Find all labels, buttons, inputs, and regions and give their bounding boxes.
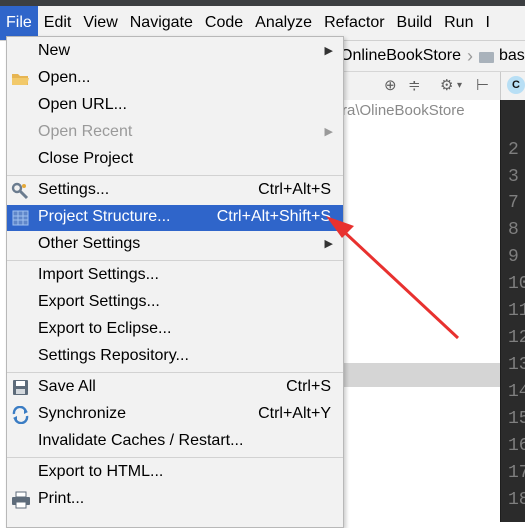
- project-structure-icon: [11, 209, 31, 227]
- menu-separator: [7, 260, 343, 261]
- menu-item-label: Print...: [38, 490, 85, 507]
- menu-item-label: Open...: [38, 69, 91, 86]
- line-number: 15: [508, 409, 525, 429]
- menu-item-label: Settings Repository...: [38, 347, 189, 364]
- wrench-icon: [11, 182, 31, 200]
- menu-item-label: Settings...: [38, 181, 110, 198]
- menu-item-save-all[interactable]: Save All Ctrl+S: [7, 375, 343, 401]
- shortcut-label: Ctrl+Alt+Y: [258, 405, 331, 422]
- menu-item-settings[interactable]: Settings... Ctrl+Alt+S: [7, 178, 343, 204]
- line-number: 10: [508, 274, 525, 294]
- menu-item-close-project[interactable]: Close Project: [7, 147, 343, 173]
- menu-item-open-recent[interactable]: Open Recent ▶: [7, 120, 343, 146]
- line-number: 13: [508, 355, 525, 375]
- menu-item-synchronize[interactable]: Synchronize Ctrl+Alt+Y: [7, 402, 343, 428]
- line-number: 7: [508, 193, 519, 213]
- collapse-all-icon[interactable]: ≑: [408, 76, 421, 94]
- menu-code[interactable]: Code: [199, 6, 249, 40]
- menu-navigate[interactable]: Navigate: [124, 6, 199, 40]
- sync-icon: [11, 405, 31, 425]
- menu-item-label: Open Recent: [38, 123, 133, 140]
- menu-item-export-html[interactable]: Export to HTML...: [7, 460, 343, 486]
- line-number: 16: [508, 436, 525, 456]
- menu-item-label: Open URL...: [38, 96, 127, 113]
- line-number: 14: [508, 382, 525, 402]
- submenu-arrow-icon: ▶: [324, 126, 333, 138]
- hide-panel-icon[interactable]: ⊢: [476, 76, 489, 94]
- menu-separator: [7, 457, 343, 458]
- gear-icon[interactable]: ⚙: [440, 76, 453, 94]
- line-number: 8: [508, 220, 519, 240]
- menu-item-label: Project Structure...: [38, 208, 171, 225]
- open-folder-icon: [11, 70, 31, 88]
- folder-icon: [478, 51, 494, 63]
- shortcut-label: Ctrl+S: [286, 378, 331, 395]
- menu-item-project-structure[interactable]: Project Structure... Ctrl+Alt+Shift+S: [7, 205, 343, 231]
- line-number: 2: [508, 140, 519, 160]
- editor-gutter: 2 3 7 8 9 10 11 12 13 14 15 16 17 18: [500, 100, 525, 522]
- menu-item-label: Other Settings: [38, 235, 141, 252]
- class-file-icon[interactable]: C: [507, 76, 525, 94]
- menu-edit[interactable]: Edit: [38, 6, 78, 40]
- project-tree: ra\OlineBookStore: [340, 100, 500, 522]
- menu-item-export-settings[interactable]: Export Settings...: [7, 290, 343, 316]
- menu-run[interactable]: Run: [438, 6, 479, 40]
- editor-tab-strip: C: [500, 72, 525, 100]
- menu-item-label: New: [38, 42, 71, 59]
- navigation-bar: OnlineBookStore › bas: [340, 41, 525, 72]
- menu-refactor[interactable]: Refactor: [318, 6, 390, 40]
- menu-item-label: Save All: [38, 378, 96, 395]
- shortcut-label: Ctrl+Alt+S: [258, 181, 331, 198]
- breadcrumb-project[interactable]: OnlineBookStore: [340, 47, 461, 65]
- menu-item-label: Export to HTML...: [38, 463, 164, 480]
- menu-view[interactable]: View: [77, 6, 123, 40]
- menu-build[interactable]: Build: [391, 6, 439, 40]
- breadcrumb-separator-icon: ›: [466, 45, 473, 66]
- menu-item-import-settings[interactable]: Import Settings...: [7, 263, 343, 289]
- menu-item-open[interactable]: Open...: [7, 66, 343, 92]
- line-number: 3: [508, 167, 519, 187]
- line-number: 18: [508, 490, 525, 510]
- project-toolbar: ⊕ ≑ ⚙ ▾ ⊢: [340, 72, 500, 101]
- menu-item-invalidate-caches[interactable]: Invalidate Caches / Restart...: [7, 429, 343, 455]
- menu-item-label: Close Project: [38, 150, 134, 167]
- menu-item-label: Invalidate Caches / Restart...: [38, 432, 244, 449]
- line-number: 9: [508, 247, 519, 267]
- printer-icon: [11, 491, 31, 509]
- menu-separator: [7, 175, 343, 176]
- line-number: 11: [508, 301, 525, 321]
- menu-file[interactable]: File: [0, 6, 38, 40]
- menu-item-print[interactable]: Print...: [7, 487, 343, 513]
- menu-item-label: Import Settings...: [38, 266, 159, 283]
- menu-item-settings-repository[interactable]: Settings Repository...: [7, 344, 343, 370]
- menu-item-other-settings[interactable]: Other Settings ▶: [7, 232, 343, 258]
- menu-item-open-url[interactable]: Open URL...: [7, 93, 343, 119]
- menu-separator: [7, 372, 343, 373]
- selected-tree-row[interactable]: [340, 363, 500, 387]
- shortcut-label: Ctrl+Alt+Shift+S: [216, 208, 331, 225]
- line-number: 12: [508, 328, 525, 348]
- menu-tools-partial[interactable]: I: [479, 6, 495, 40]
- menu-item-label: Export to Eclipse...: [38, 320, 172, 337]
- menu-item-label: Export Settings...: [38, 293, 160, 310]
- menu-item-new[interactable]: New ▶: [7, 39, 343, 65]
- locate-icon[interactable]: ⊕: [384, 76, 397, 94]
- file-menu-dropdown: New ▶ Open... Open URL... Open Recent ▶ …: [6, 36, 344, 528]
- menu-item-export-eclipse[interactable]: Export to Eclipse...: [7, 317, 343, 343]
- gear-dropdown-icon[interactable]: ▾: [457, 80, 462, 91]
- menu-analyze[interactable]: Analyze: [249, 6, 318, 40]
- line-number: 17: [508, 463, 525, 483]
- submenu-arrow-icon: ▶: [324, 45, 333, 57]
- submenu-arrow-icon: ▶: [324, 238, 333, 250]
- breadcrumb-folder[interactable]: bas: [499, 47, 525, 65]
- save-icon: [11, 379, 31, 397]
- project-root-path[interactable]: ra\OlineBookStore: [342, 102, 465, 119]
- menu-item-label: Synchronize: [38, 405, 127, 422]
